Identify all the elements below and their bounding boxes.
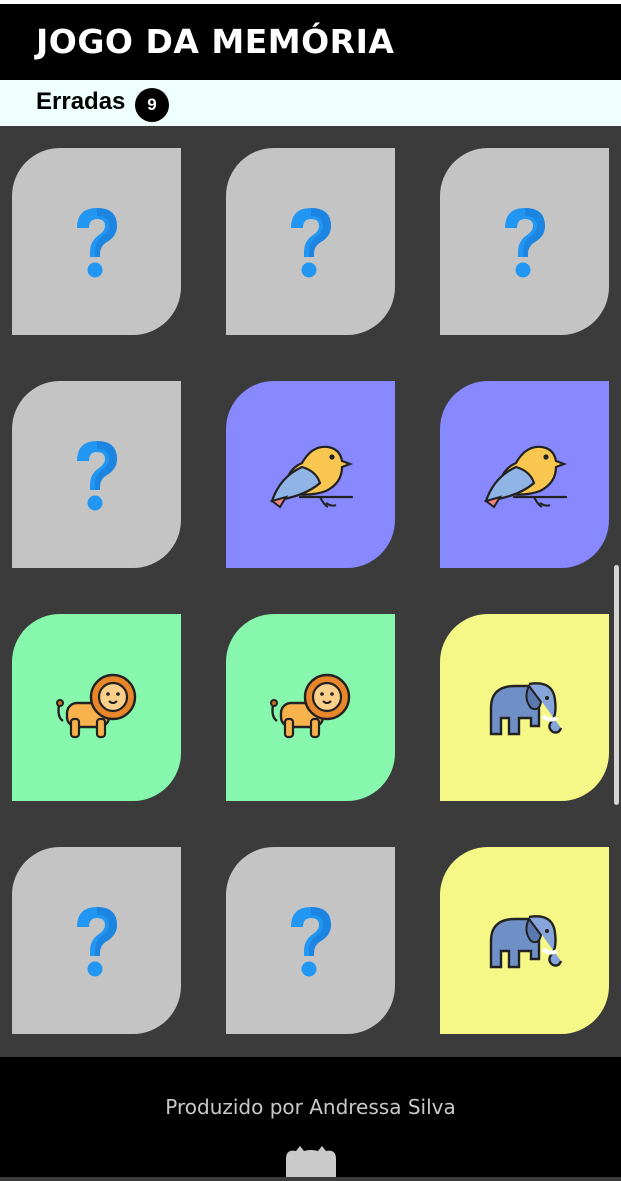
lion-icon [269,673,353,743]
memory-card[interactable] [12,381,181,568]
github-icon[interactable] [280,1145,342,1181]
footer: Produzido por Andressa Silva [0,1057,621,1177]
status-bar: Erradas 9 [0,80,621,126]
memory-card[interactable] [12,148,181,335]
memory-card[interactable] [440,148,609,335]
card-board [12,148,609,1038]
scrollbar[interactable] [614,565,619,805]
question-icon [67,435,127,515]
memory-card[interactable] [12,614,181,801]
lion-icon [55,673,139,743]
memory-card[interactable] [226,148,395,335]
question-icon [281,202,341,282]
question-icon [281,901,341,981]
credit-text: Produzido por Andressa Silva [165,1095,456,1119]
memory-card[interactable] [12,847,181,1034]
memory-card[interactable] [226,847,395,1034]
memory-card[interactable] [226,614,395,801]
elephant-icon [485,678,565,738]
memory-card[interactable] [440,847,609,1034]
question-icon [495,202,555,282]
question-icon [67,202,127,282]
bird-icon [266,437,356,513]
memory-card[interactable] [226,381,395,568]
errors-label: Erradas [36,88,126,115]
app-header: JOGO DA MEMÓRIA [0,0,621,80]
elephant-icon [485,911,565,971]
question-icon [67,901,127,981]
memory-card[interactable] [440,614,609,801]
page-title: JOGO DA MEMÓRIA [36,22,395,61]
errors-count-badge: 9 [135,88,169,122]
memory-card[interactable] [440,381,609,568]
bird-icon [480,437,570,513]
